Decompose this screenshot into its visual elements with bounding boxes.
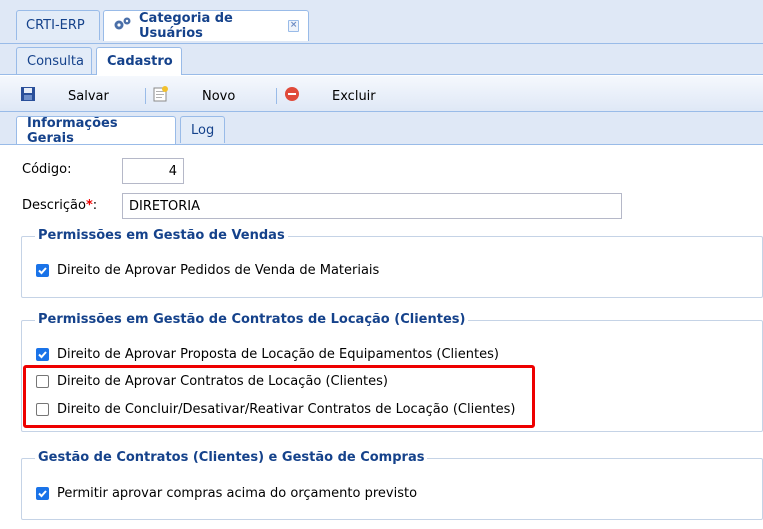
tab-consulta-label: Consulta <box>27 53 84 69</box>
save-icon <box>20 86 36 106</box>
codigo-label: Código: <box>22 162 72 177</box>
checkbox-aprovar-proposta[interactable]: Direito de Aprovar Proposta de Locação d… <box>36 345 499 363</box>
tab-categoria-usuarios-label: Categoria de Usuários <box>139 11 233 41</box>
fieldset-contratos-locacao-title: Permissões em Gestão de Contratos de Loc… <box>35 312 469 327</box>
checkbox-aprovar-compras[interactable]: Permitir aprovar compras acima do orçame… <box>36 484 417 502</box>
tab-cadastro-label: Cadastro <box>107 54 173 69</box>
save-button-label: Salvar <box>68 88 109 104</box>
delete-button[interactable]: Excluir <box>284 86 376 106</box>
fieldset-gestao-compras-title: Gestão de Contratos (Clientes) e Gestão … <box>35 450 428 465</box>
tab-informacoes-gerais-label: Informações Gerais <box>27 115 118 146</box>
checkbox-checked-icon[interactable] <box>36 486 49 500</box>
checkbox-concluir-contratos[interactable]: Direito de Concluir/Desativar/Reativar C… <box>36 400 515 418</box>
delete-button-label: Excluir <box>332 88 376 104</box>
descricao-label: Descrição*: <box>22 198 97 213</box>
checkbox-label: Direito de Aprovar Contratos de Locação … <box>57 373 388 389</box>
descricao-label-suffix: : <box>92 198 98 213</box>
delete-icon <box>284 86 300 106</box>
tab-categoria-usuarios[interactable]: Categoria de Usuários × <box>103 10 309 41</box>
tab-informacoes-gerais[interactable]: Informações Gerais <box>16 115 176 146</box>
tab-cadastro[interactable]: Cadastro <box>96 47 182 75</box>
tab-crti-erp[interactable]: CRTI-ERP <box>16 10 100 40</box>
checkbox-unchecked-icon[interactable] <box>36 402 49 416</box>
codigo-field[interactable]: 4 <box>122 158 184 184</box>
checkbox-checked-icon[interactable] <box>36 347 49 361</box>
checkbox-checked-icon[interactable] <box>36 263 49 277</box>
save-button[interactable]: Salvar <box>20 86 109 106</box>
toolbar <box>0 76 763 112</box>
checkbox-aprovar-pedidos[interactable]: Direito de Aprovar Pedidos de Venda de M… <box>36 261 379 279</box>
checkbox-label: Direito de Aprovar Pedidos de Venda de M… <box>57 262 380 278</box>
new-button[interactable]: Novo <box>152 86 235 106</box>
new-button-label: Novo <box>202 88 236 104</box>
close-icon[interactable]: × <box>288 20 299 32</box>
checkbox-label: Permitir aprovar compras acima do orçame… <box>57 485 418 501</box>
tab-log[interactable]: Log <box>180 116 225 143</box>
new-document-icon <box>152 86 170 106</box>
required-marker: * <box>85 198 93 213</box>
toolbar-separator <box>145 88 146 104</box>
checkbox-unchecked-icon[interactable] <box>36 374 49 388</box>
descricao-field[interactable]: DIRETORIA <box>122 193 622 219</box>
tab-consulta[interactable]: Consulta <box>16 47 92 74</box>
tab-crti-erp-label: CRTI-ERP <box>26 18 85 33</box>
checkbox-label: Direito de Concluir/Desativar/Reativar C… <box>57 401 516 417</box>
gear-icon <box>113 16 133 36</box>
checkbox-label: Direito de Aprovar Proposta de Locação d… <box>57 346 499 362</box>
toolbar-separator <box>276 88 277 104</box>
descricao-label-text: Descrição <box>22 198 86 213</box>
checkbox-aprovar-contratos[interactable]: Direito de Aprovar Contratos de Locação … <box>36 372 388 390</box>
fieldset-gestao-vendas-title: Permissões em Gestão de Vendas <box>35 228 288 243</box>
tab-log-label: Log <box>191 122 215 138</box>
